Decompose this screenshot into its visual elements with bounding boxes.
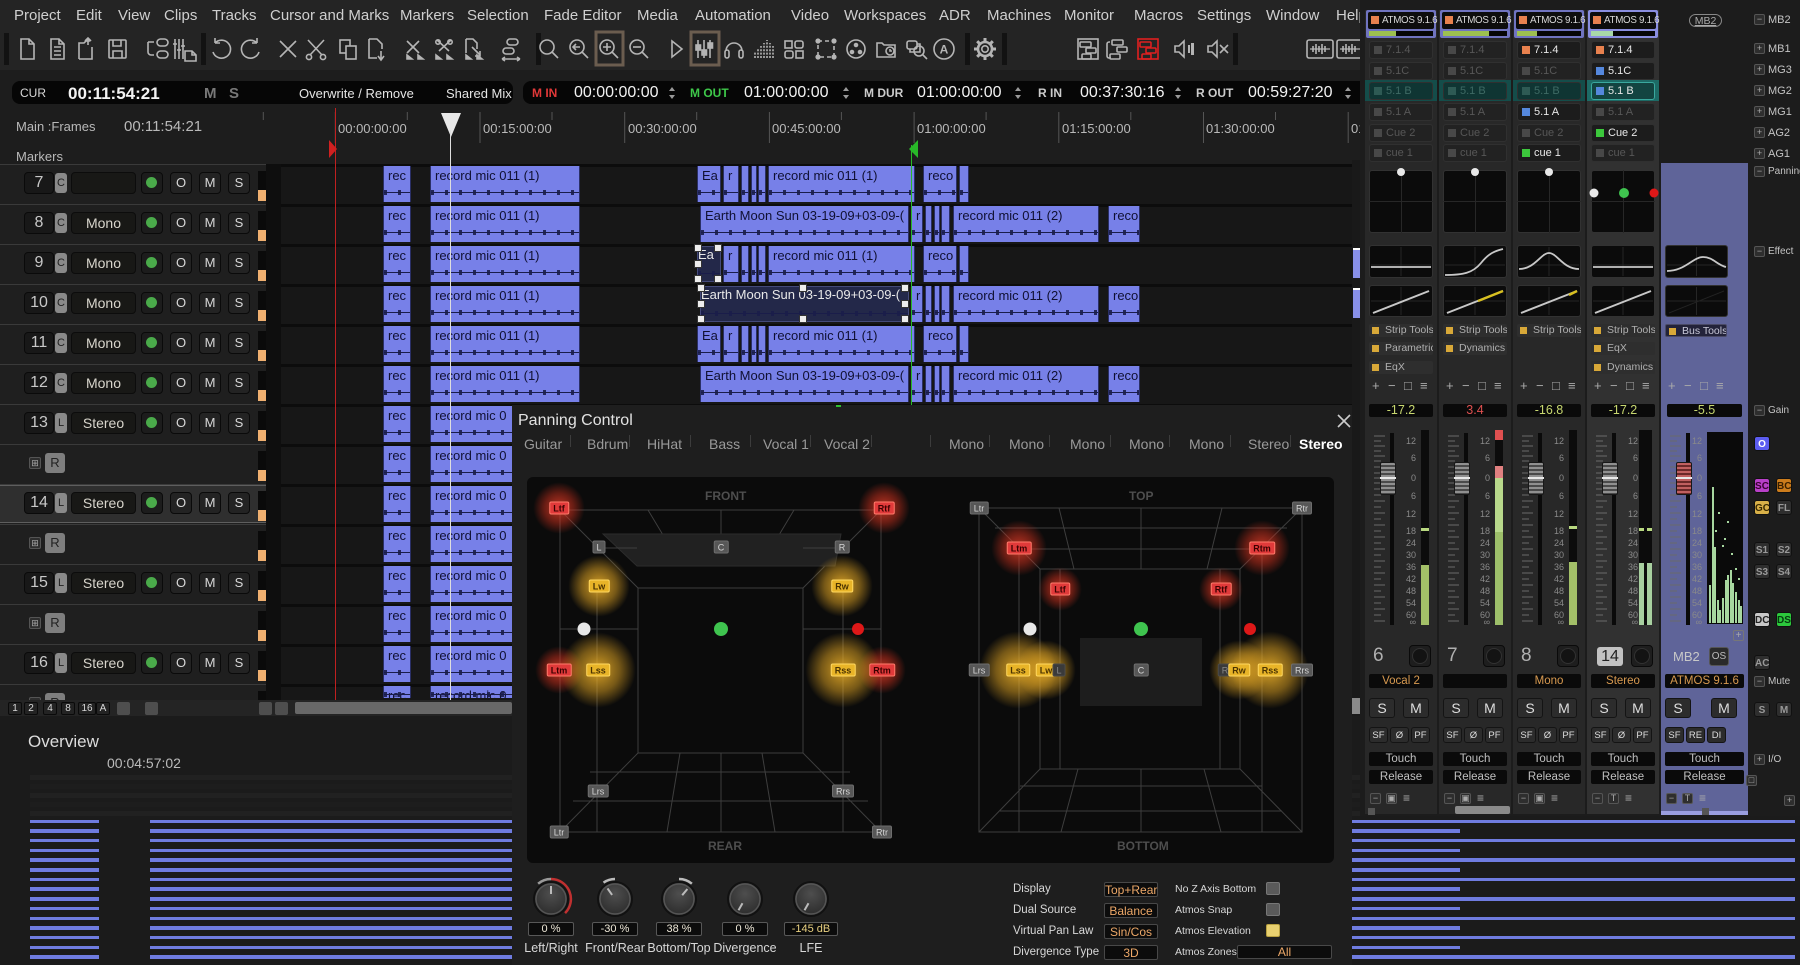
svg-text:A: A <box>940 43 949 57</box>
